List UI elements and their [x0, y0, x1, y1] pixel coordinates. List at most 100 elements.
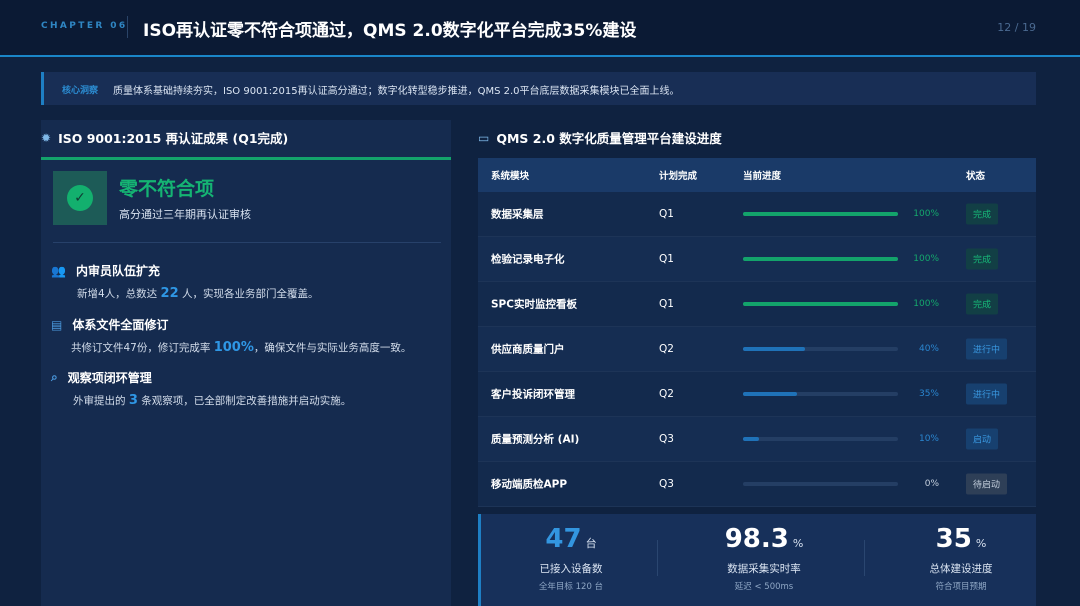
item-desc: 外审提出的 3 条观察项，已全部制定改善措施并启动实施。 — [51, 393, 446, 408]
item-number: 100% — [213, 340, 254, 355]
zero-nc-card: ✓ 零不符合项 高分通过三年期再认证审核 — [53, 171, 441, 239]
progress-bar — [743, 212, 898, 216]
item-desc-post: 条观察项，已全部制定改善措施并启动实施。 — [137, 395, 352, 407]
iso-panel: ✹ ISO 9001:2015 再认证成果 (Q1完成) ✓ 零不符合项 高分通… — [41, 120, 451, 606]
hero-title: 零不符合项 — [119, 178, 215, 200]
stat-divider — [657, 540, 658, 576]
progress-bar — [743, 392, 898, 396]
module-name: 检验记录电子化 — [491, 253, 565, 266]
item-desc: 共修订文件47份，修订完成率 100%，确保文件与实际业务高度一致。 — [51, 340, 446, 355]
insight-label: 核心洞察 — [62, 86, 99, 96]
progress-percent: 0% — [924, 479, 939, 489]
qms-section-heading: ▭ QMS 2.0 数字化质量管理平台建设进度 — [478, 128, 722, 147]
item-title: 体系文件全面修订 — [72, 318, 169, 332]
table-row: 数据采集层 Q1 100% 完成 — [478, 192, 1036, 237]
module-name: 客户投诉闭环管理 — [491, 388, 575, 401]
header-divider — [127, 16, 128, 38]
stat-overall: 35% 总体建设进度 符合项目预期 — [871, 514, 1051, 606]
item-desc-pre: 新增4人，总数达 — [77, 288, 161, 300]
module-name: 数据采集层 — [491, 208, 544, 221]
item-title: 观察项闭环管理 — [67, 371, 152, 385]
divider — [53, 242, 441, 243]
progress-percent: 35% — [918, 389, 939, 399]
plan-quarter: Q2 — [659, 343, 674, 355]
list-item: ▤ 体系文件全面修订 共修订文件47份，修订完成率 100%，确保文件与实际业务高… — [51, 316, 446, 356]
stat-unit: 台 — [585, 537, 597, 550]
status-badge: 待启动 — [966, 473, 1008, 495]
check-icon-box: ✓ — [53, 171, 107, 225]
table-row: SPC实时监控看板 Q1 100% 完成 — [478, 282, 1036, 327]
list-item: ⌕ 观察项闭环管理 外审提出的 3 条观察项，已全部制定改善措施并启动实施。 — [51, 369, 446, 408]
stat-realtime: 98.3% 数据采集实时率 延迟 < 500ms — [674, 514, 854, 606]
header-bar: CHAPTER 06 ISO再认证零不符合项通过，QMS 2.0数字化平台完成3… — [0, 0, 1080, 57]
users-icon: 👥 — [51, 263, 66, 278]
module-name: 移动端质检APP — [491, 478, 568, 491]
progress-bar — [743, 302, 898, 306]
status-badge: 完成 — [966, 203, 999, 225]
search-icon: ⌕ — [51, 370, 58, 384]
table-body: 数据采集层 Q1 100% 完成 检验记录电子化 Q1 100% 完成 SPC实时监控看板 Q1 1… — [478, 192, 1036, 507]
progress-percent: 100% — [913, 254, 939, 264]
item-number: 22 — [160, 286, 179, 301]
stat-label: 总体建设进度 — [929, 563, 993, 575]
stat-value: 98.3 — [724, 524, 789, 554]
chapter-label: CHAPTER 06 — [41, 21, 128, 31]
stat-unit: % — [792, 537, 804, 550]
col-header-plan: 计划完成 — [659, 171, 698, 182]
stat-sub: 全年目标 120 台 — [538, 582, 604, 592]
module-name: SPC实时监控看板 — [491, 298, 577, 311]
insight-banner: 核心洞察 质量体系基础持续夯实，ISO 9001:2015再认证高分通过；数字化… — [41, 72, 1036, 105]
plan-quarter: Q3 — [659, 433, 674, 445]
progress-fill — [743, 437, 759, 441]
gear-icon: ✹ — [41, 130, 52, 145]
table-row: 供应商质量门户 Q2 40% 进行中 — [478, 327, 1036, 372]
plan-quarter: Q1 — [659, 298, 674, 310]
stat-sub: 延迟 < 500ms — [734, 582, 794, 592]
qms-heading-text: QMS 2.0 数字化质量管理平台建设进度 — [496, 131, 722, 146]
progress-fill — [743, 302, 898, 306]
progress-percent: 100% — [913, 209, 939, 219]
status-badge: 完成 — [966, 248, 999, 270]
page-title: ISO再认证零不符合项通过，QMS 2.0数字化平台完成35%建设 — [143, 21, 637, 41]
monitor-icon: ▭ — [478, 130, 490, 145]
module-name: 供应商质量门户 — [491, 343, 565, 356]
item-desc-pre: 外审提出的 — [73, 395, 129, 407]
stat-value: 35 — [935, 524, 972, 554]
progress-percent: 10% — [918, 434, 939, 444]
stat-devices: 47 台 已接入设备数 全年目标 120 台 — [481, 514, 661, 606]
col-header-status: 状态 — [966, 171, 986, 182]
progress-bar — [743, 257, 898, 261]
iso-section-heading: ✹ ISO 9001:2015 再认证成果 (Q1完成) — [41, 128, 288, 147]
table-header: 系统模块 计划完成 当前进度 状态 — [478, 158, 1036, 192]
stat-divider — [864, 540, 865, 576]
item-number: 3 — [128, 393, 138, 408]
col-header-progress: 当前进度 — [743, 171, 782, 182]
col-header-module: 系统模块 — [491, 171, 530, 182]
item-desc-post: 人，实现各业务部门全覆盖。 — [178, 288, 319, 300]
progress-fill — [743, 347, 805, 351]
progress-percent: 100% — [913, 299, 939, 309]
plan-quarter: Q2 — [659, 388, 674, 400]
progress-percent: 40% — [918, 344, 939, 354]
iso-heading-text: ISO 9001:2015 再认证成果 (Q1完成) — [58, 131, 289, 146]
progress-bar — [743, 347, 898, 351]
status-badge: 进行中 — [966, 383, 1008, 405]
hero-subtitle: 高分通过三年期再认证审核 — [119, 208, 251, 221]
insight-text: 质量体系基础持续夯实，ISO 9001:2015再认证高分通过；数字化转型稳步推… — [113, 86, 680, 97]
progress-bar — [743, 437, 898, 441]
progress-fill — [743, 212, 898, 216]
stats-panel: 47 台 已接入设备数 全年目标 120 台 98.3% 数据采集实时率 延迟 <… — [478, 514, 1036, 606]
page-number: 12 / 19 — [997, 21, 1036, 34]
item-desc-pre: 共修订文件47份，修订完成率 — [71, 342, 214, 354]
stat-unit: % — [975, 537, 987, 550]
plan-quarter: Q3 — [659, 478, 674, 490]
progress-table: 系统模块 计划完成 当前进度 状态 数据采集层 Q1 100% 完成 检验记录电子化 Q1… — [478, 158, 1036, 507]
document-icon: ▤ — [51, 317, 63, 332]
progress-fill — [743, 392, 798, 396]
check-icon: ✓ — [67, 185, 93, 211]
plan-quarter: Q1 — [659, 253, 674, 265]
heading-underline — [41, 157, 451, 160]
table-row: 客户投诉闭环管理 Q2 35% 进行中 — [478, 372, 1036, 417]
plan-quarter: Q1 — [659, 208, 674, 220]
list-item: 👥 内审员队伍扩充 新增4人，总数达 22 人，实现各业务部门全覆盖。 — [51, 262, 446, 302]
